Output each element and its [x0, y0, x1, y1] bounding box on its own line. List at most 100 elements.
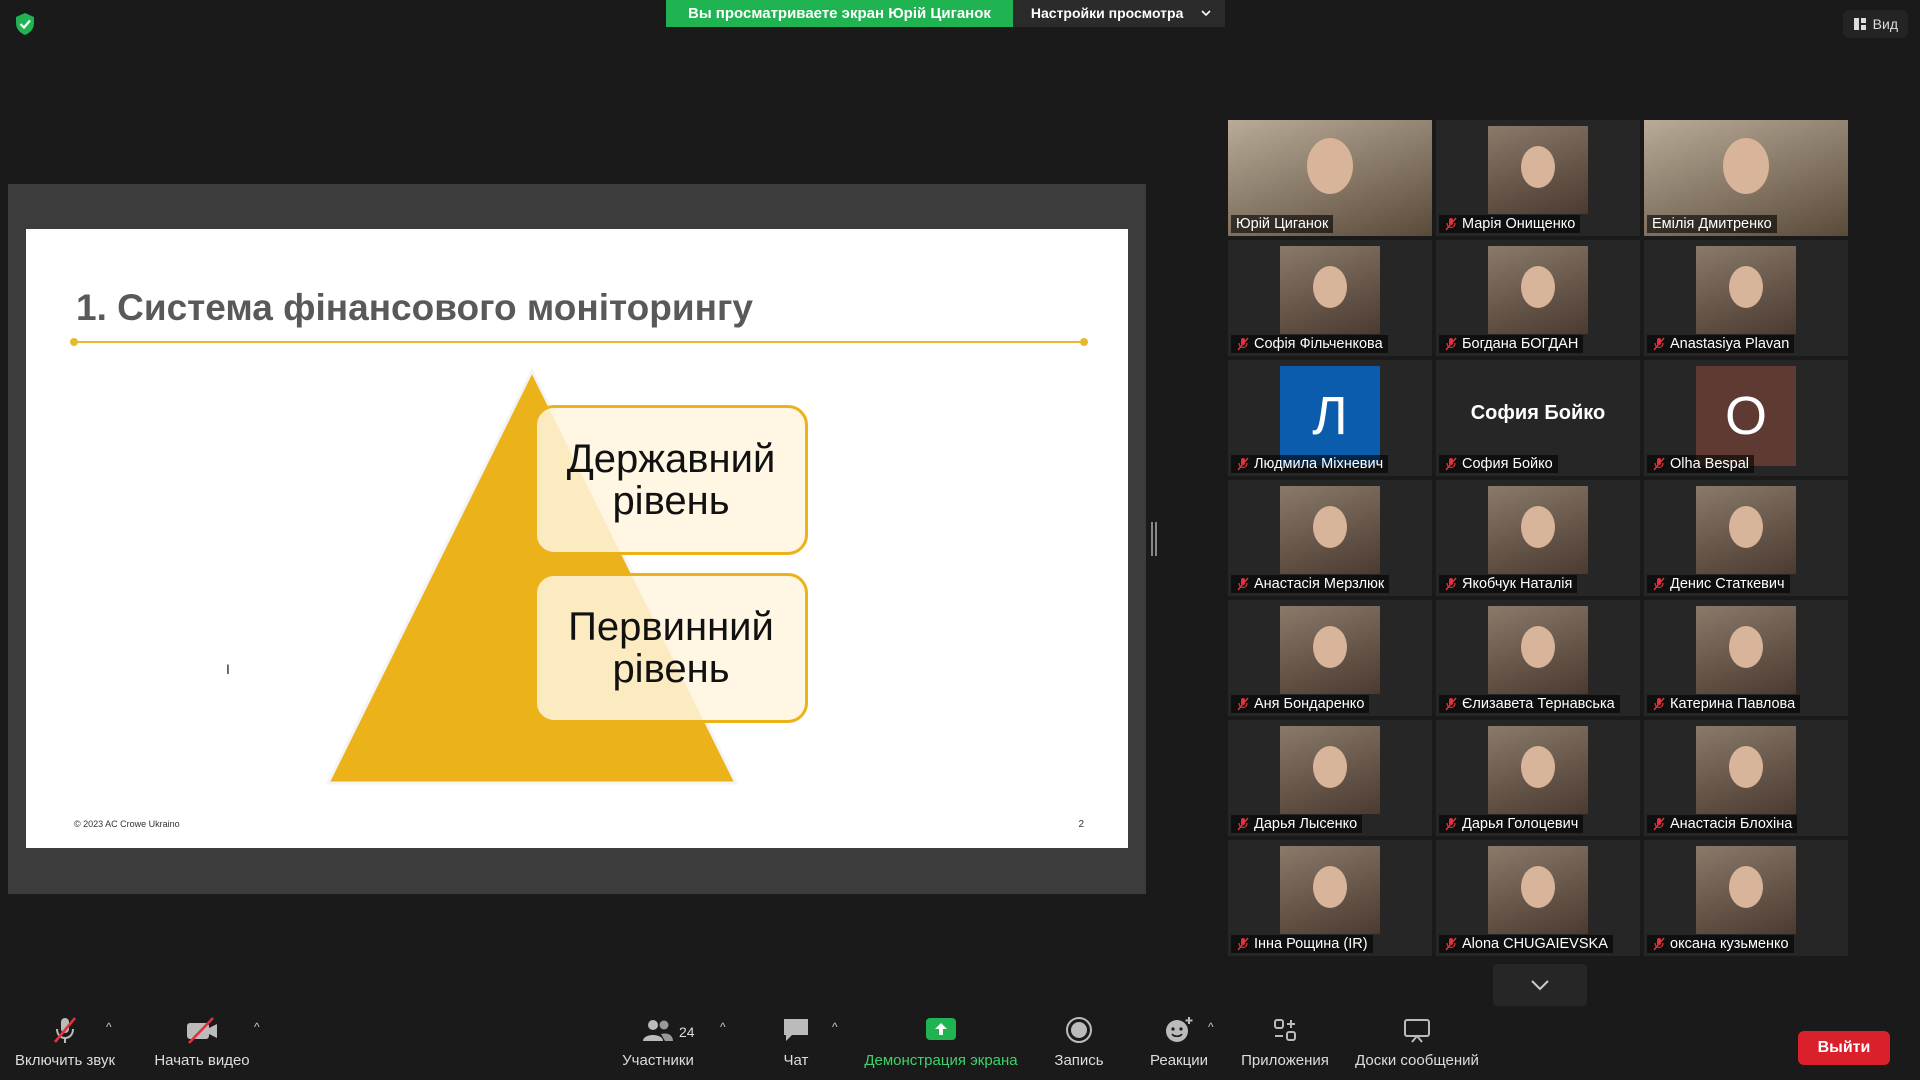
participant-tile[interactable]: оксана кузьменко: [1644, 840, 1848, 956]
participant-face: [1521, 866, 1555, 908]
participant-tile[interactable]: Софія Фільченкова: [1228, 240, 1432, 356]
participant-tile[interactable]: Дарья Голоцевич: [1436, 720, 1640, 836]
leave-meeting-button[interactable]: Выйти: [1798, 1031, 1890, 1065]
participant-name: Емілія Дмитренко: [1652, 216, 1772, 232]
microphone-muted-icon: [1445, 817, 1457, 831]
viewing-banner: Вы просматриваете экран Юрій Циганок Нас…: [666, 0, 1226, 27]
participant-tile[interactable]: Денис Статкевич: [1644, 480, 1848, 596]
video-options-caret-icon[interactable]: ^: [254, 1020, 260, 1034]
participant-name: Anastasiya Plavan: [1670, 336, 1790, 352]
participant-tile[interactable]: O Olha Bespal: [1644, 360, 1848, 476]
chat-options-caret-icon[interactable]: ^: [832, 1020, 838, 1034]
participant-face: [1521, 266, 1555, 308]
microphone-muted-icon: [1237, 697, 1249, 711]
view-button-label: Вид: [1872, 16, 1898, 32]
audio-options-caret-icon[interactable]: ^: [106, 1020, 112, 1034]
record-label: Запись: [1054, 1052, 1104, 1069]
participant-photo: [1488, 126, 1588, 214]
participant-name: Olha Bespal: [1670, 456, 1749, 472]
participant-photo: [1280, 726, 1380, 814]
gallery-next-page-button[interactable]: [1493, 964, 1587, 1006]
participants-options-caret-icon[interactable]: ^: [720, 1020, 726, 1034]
participant-tile[interactable]: Інна Рощина (IR): [1228, 840, 1432, 956]
participant-tile[interactable]: Дарья Лысенко: [1228, 720, 1432, 836]
whiteboards-label: Доски сообщений: [1355, 1052, 1479, 1069]
participant-name: Дарья Голоцевич: [1462, 816, 1579, 832]
participant-photo: [1488, 486, 1588, 574]
participant-name-bar: Інна Рощина (IR): [1231, 935, 1373, 953]
participant-avatar: O: [1696, 366, 1796, 466]
start-video-button[interactable]: Начать видео: [150, 1010, 254, 1080]
reactions-options-caret-icon[interactable]: ^: [1208, 1020, 1214, 1034]
security-shield-icon[interactable]: [14, 12, 36, 36]
participant-photo: [1696, 846, 1796, 934]
participant-tile[interactable]: Аня Бондаренко: [1228, 600, 1432, 716]
participant-photo: [1280, 846, 1380, 934]
primary-level-box: Первинний рівень: [534, 573, 808, 723]
microphone-muted-icon: [1445, 457, 1457, 471]
participant-name: Анастасія Блохіна: [1670, 816, 1793, 832]
share-screen-button[interactable]: Демонстрация экрана: [860, 1010, 1022, 1080]
slide-page-number: 2: [1078, 819, 1084, 830]
share-screen-icon: [926, 1018, 956, 1040]
chevron-down-icon: [1531, 980, 1549, 991]
participant-name-bar: Людмила Міхневич: [1231, 455, 1389, 473]
participant-face: [1521, 746, 1555, 788]
record-button[interactable]: Запись: [1050, 1010, 1108, 1080]
participant-tile[interactable]: Катерина Павлова: [1644, 600, 1848, 716]
title-divider: [70, 338, 1088, 346]
participant-photo: [1696, 246, 1796, 334]
apps-button[interactable]: Приложения: [1238, 1010, 1332, 1080]
participant-tile[interactable]: Богдана БОГДАН: [1436, 240, 1640, 356]
unmute-label: Включить звук: [14, 1052, 116, 1069]
participant-tile[interactable]: Юрій Циганок: [1228, 120, 1432, 236]
microphone-muted-icon: [1653, 937, 1665, 951]
view-options-button[interactable]: Настройки просмотра: [1012, 0, 1226, 27]
participant-photo: [1488, 846, 1588, 934]
participant-tile[interactable]: Єлизавета Тернавська: [1436, 600, 1640, 716]
participant-tile[interactable]: Анастасія Мерзлюк: [1228, 480, 1432, 596]
shared-screen[interactable]: 1. Система фінансового моніторингу Держа…: [8, 184, 1146, 894]
participant-name-bar: Юрій Циганок: [1231, 215, 1334, 233]
participant-tile[interactable]: София Бойко София Бойко: [1436, 360, 1640, 476]
video-camera-off-icon: [187, 1017, 217, 1044]
participant-tile[interactable]: Анастасія Блохіна: [1644, 720, 1848, 836]
microphone-muted-icon: [1445, 337, 1457, 351]
whiteboards-button[interactable]: Доски сообщений: [1350, 1010, 1484, 1080]
view-button[interactable]: Вид: [1842, 10, 1908, 38]
participant-face: [1521, 146, 1555, 188]
participant-photo: [1280, 246, 1380, 334]
microphone-muted-icon: [1237, 937, 1249, 951]
participant-tile[interactable]: Anastasiya Plavan: [1644, 240, 1848, 356]
panel-resize-handle[interactable]: [1151, 522, 1157, 556]
unmute-button[interactable]: Включить звук: [12, 1010, 118, 1080]
participant-tile[interactable]: Емілія Дмитренко: [1644, 120, 1848, 236]
participant-photo: [1488, 726, 1588, 814]
participant-tile[interactable]: Л Людмила Міхневич: [1228, 360, 1432, 476]
participant-name-bar: Анастасія Блохіна: [1647, 815, 1798, 833]
microphone-muted-icon: [1237, 577, 1249, 591]
participant-tile[interactable]: Alona CHUGAIEVSKA: [1436, 840, 1640, 956]
apps-icon: [1274, 1019, 1296, 1041]
participant-name: Людмила Міхневич: [1254, 456, 1384, 472]
participant-tile[interactable]: Марія Онищенко: [1436, 120, 1640, 236]
participant-name: Софія Фільченкова: [1254, 336, 1383, 352]
participants-button[interactable]: Участники: [614, 1010, 702, 1080]
microphone-muted-icon: [1445, 577, 1457, 591]
participants-icon: [643, 1020, 673, 1041]
emoji-add-icon: [1166, 1017, 1193, 1042]
participant-face: [1313, 266, 1347, 308]
participant-name-bar: Якобчук Наталія: [1439, 575, 1578, 593]
chat-button[interactable]: Чат: [774, 1010, 818, 1080]
chevron-down-icon: [1201, 10, 1211, 17]
participant-name-bar: Софія Фільченкова: [1231, 335, 1388, 353]
participant-name: София Бойко: [1462, 456, 1553, 472]
participant-photo: [1696, 606, 1796, 694]
meeting-toolbar: Включить звук ^ Начать видео ^ Участники…: [0, 1010, 1920, 1080]
participant-name: Єлизавета Тернавська: [1462, 696, 1615, 712]
microphone-muted-icon: [1445, 697, 1457, 711]
reactions-button[interactable]: Реакции: [1146, 1010, 1212, 1080]
participant-tile[interactable]: Якобчук Наталія: [1436, 480, 1640, 596]
microphone-muted-icon: [1653, 337, 1665, 351]
chat-label: Чат: [783, 1052, 809, 1069]
